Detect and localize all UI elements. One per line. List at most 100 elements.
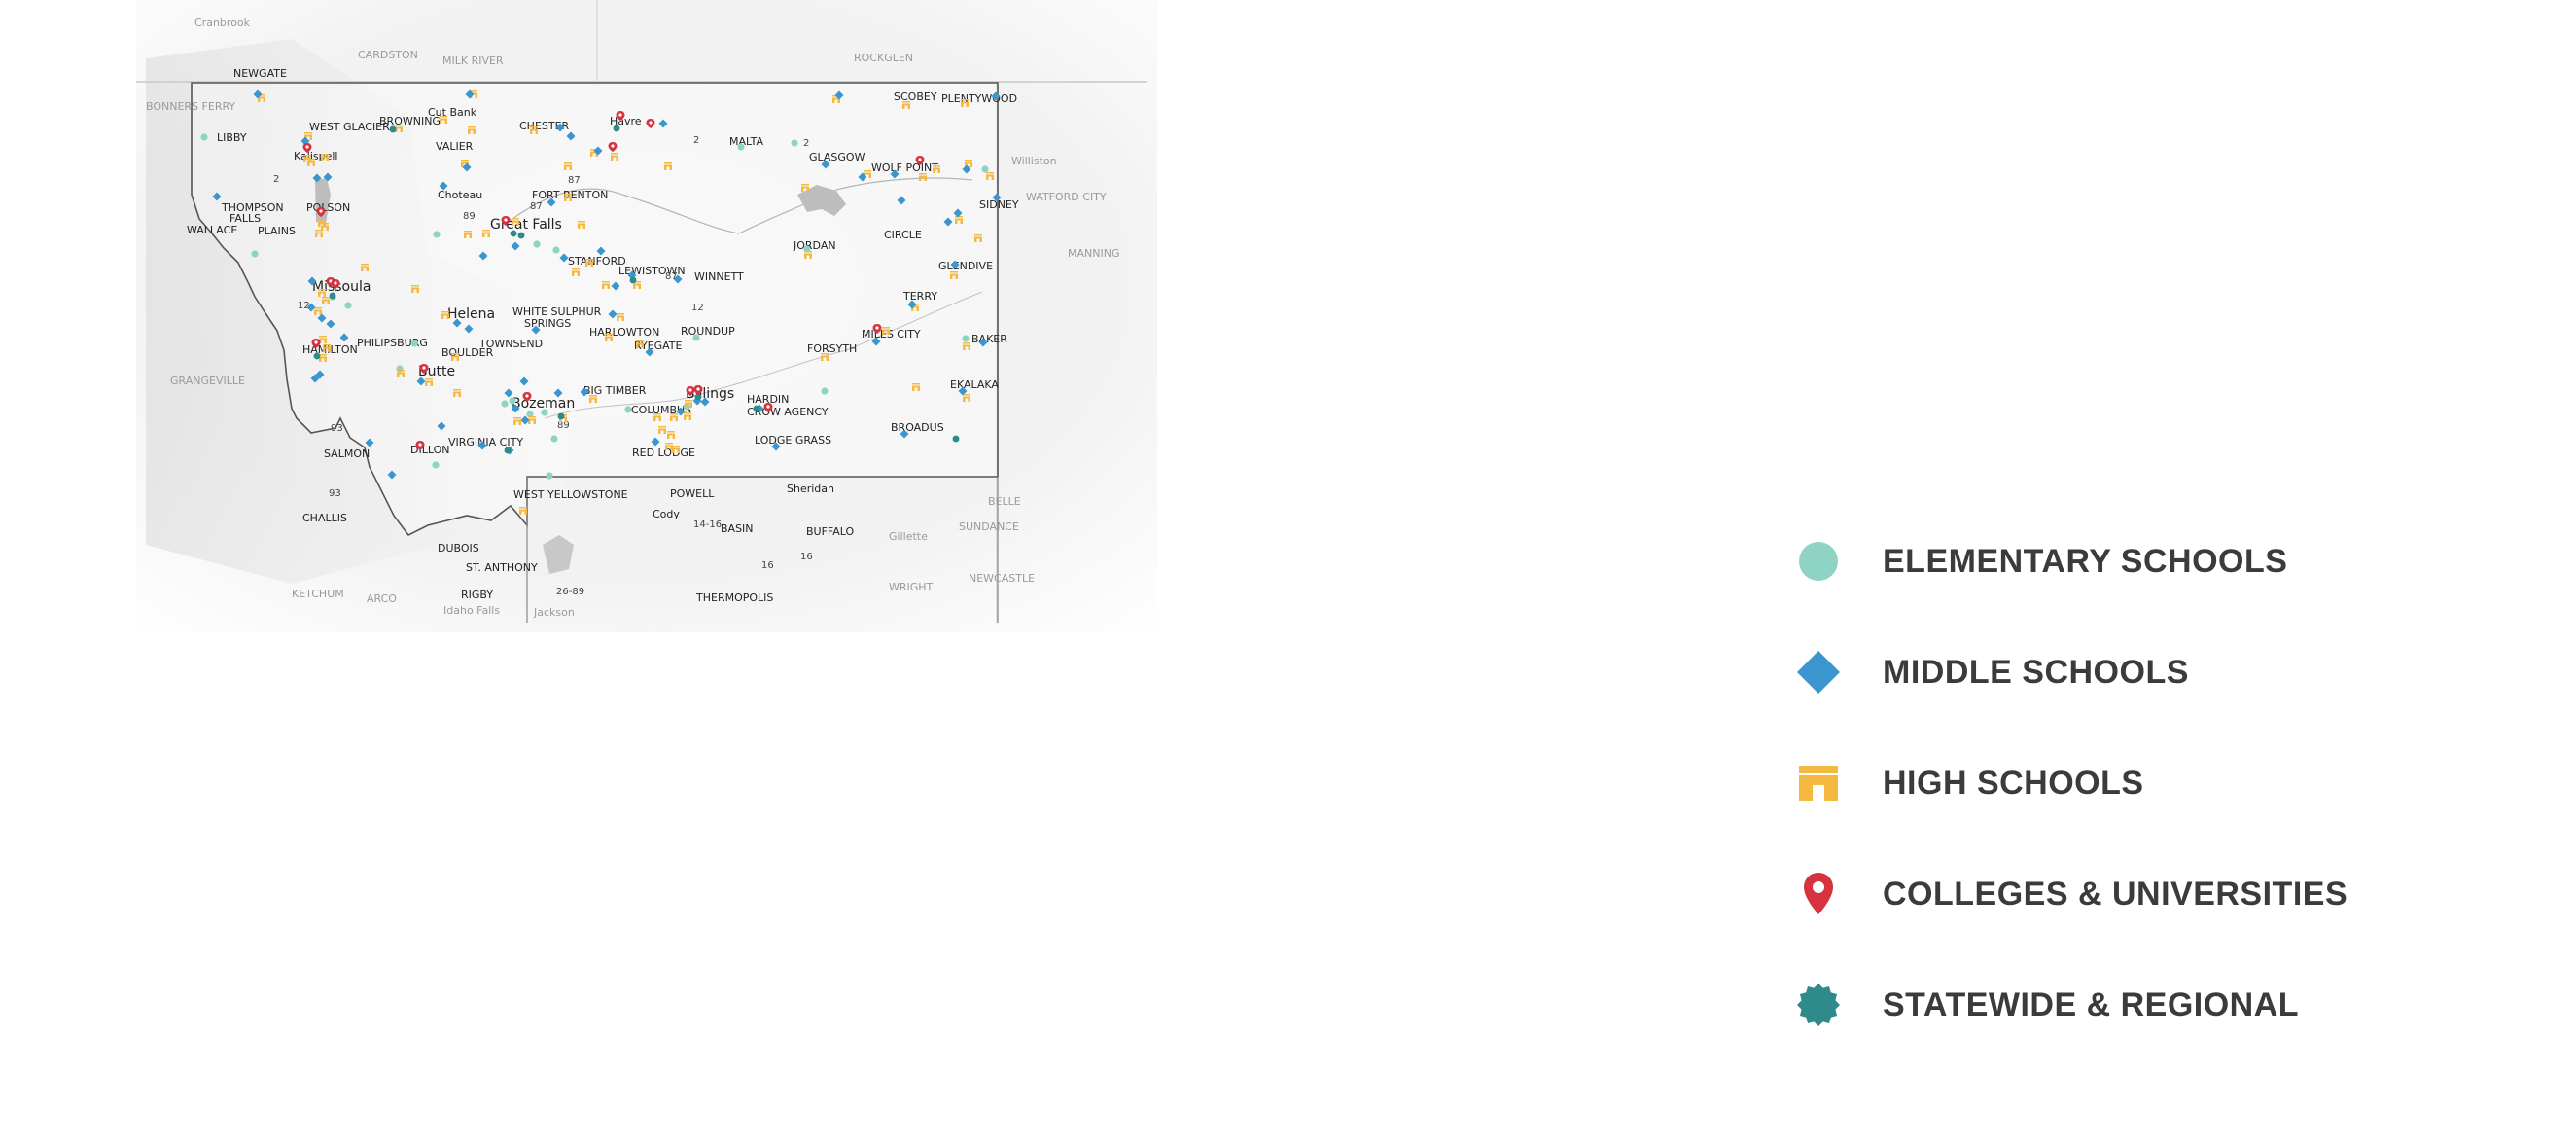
place-label: SIDNEY (979, 198, 1019, 211)
elementary-school-marker[interactable] (692, 334, 700, 341)
elementary-school-marker[interactable] (433, 231, 441, 238)
place-label: WEST YELLOWSTONE (513, 488, 628, 501)
place-label: Sheridan (787, 483, 834, 495)
place-label: EKALAKA (950, 378, 999, 391)
place-label: CIRCLE (884, 229, 922, 241)
route-label: 16 (800, 552, 813, 562)
elementary-school-marker[interactable] (821, 387, 829, 395)
place-label: WRIGHT (889, 581, 934, 593)
place-label: SCOBEY (894, 90, 937, 103)
elementary-school-marker[interactable] (410, 340, 418, 347)
place-label: FORSYTH (807, 342, 857, 355)
elementary-school-marker[interactable] (791, 139, 798, 147)
place-label: GLENDIVE (938, 260, 993, 272)
place-label: LODGE GRASS (755, 434, 831, 447)
route-label: 89 (557, 420, 570, 431)
route-label: 2 (273, 174, 279, 185)
legend-item-middle[interactable]: MIDDLE SCHOOLS (1789, 617, 2548, 728)
place-label: Cut Bank (428, 106, 477, 119)
legend-label-elementary: ELEMENTARY SCHOOLS (1883, 542, 2288, 580)
place-label: BAKER (971, 333, 1007, 345)
place-label: Idaho Falls (443, 604, 500, 617)
route-label: 2 (693, 135, 699, 146)
legend-item-statewide[interactable]: STATEWIDE & REGIONAL (1789, 949, 2548, 1060)
route-label: 87 (568, 175, 581, 186)
place-label: WATFORD CITY (1026, 191, 1107, 203)
route-label: 89 (463, 211, 476, 222)
place-label: WINNETT (694, 270, 744, 283)
elementary-school-marker[interactable] (737, 143, 745, 151)
place-label: Bozeman (512, 396, 575, 411)
place-label: HARLOWTON (589, 326, 659, 339)
place-label: ROUNDUP (681, 325, 735, 338)
place-label: TOWNSEND (478, 338, 543, 350)
elementary-school-marker[interactable] (981, 165, 989, 173)
place-label: CHALLIS (302, 512, 347, 524)
place-label: ARCO (367, 592, 397, 605)
elementary-school-marker[interactable] (624, 406, 632, 413)
place-label: TERRY (902, 290, 937, 303)
legend-item-college[interactable]: COLLEGES & UNIVERSITIES (1789, 839, 2548, 949)
montana-map[interactable]: Cranbrook NEWGATE CARDSTON MILK RIVER ROCKGL… (0, 0, 1750, 1145)
elementary-school-marker[interactable] (546, 472, 553, 480)
place-label: THERMOPOLIS (695, 591, 773, 604)
place-label: WALLACE (187, 224, 237, 236)
high-school-icon (1789, 754, 1848, 812)
college-pin-icon (1789, 865, 1848, 923)
legend-label-middle: MIDDLE SCHOOLS (1883, 653, 2189, 691)
route-label: 12 (691, 303, 704, 313)
place-label: Jackson (533, 606, 575, 619)
place-label: BASIN (721, 522, 754, 535)
legend-item-high[interactable]: HIGH SCHOOLS (1789, 728, 2548, 839)
place-label: SALMON (324, 447, 370, 460)
route-label: 87 (530, 201, 543, 212)
place-label: SUNDANCE (959, 520, 1019, 533)
place-label: VALIER (436, 140, 474, 153)
place-label: VIRGINIA CITY (448, 436, 523, 448)
elementary-school-marker[interactable] (396, 365, 404, 373)
place-label: Choteau (438, 189, 482, 201)
place-label: ROCKGLEN (854, 52, 913, 64)
elementary-school-marker[interactable] (344, 302, 352, 309)
place-label: LIBBY (217, 131, 247, 144)
route-label: 26-89 (556, 587, 584, 597)
elementary-school-marker[interactable] (501, 400, 509, 408)
elementary-school-marker[interactable] (251, 250, 259, 258)
elementary-school-marker[interactable] (550, 435, 558, 443)
place-label: MALTA (729, 135, 763, 148)
place-label: POLSON (306, 201, 350, 214)
statewide-badge-icon (1789, 976, 1848, 1034)
elementary-school-marker[interactable] (552, 246, 560, 254)
place-label: Great Falls (490, 217, 562, 233)
legend-label-college: COLLEGES & UNIVERSITIES (1883, 875, 2348, 912)
place-label: BROADUS (891, 421, 944, 434)
route-label: 12 (298, 301, 310, 311)
place-label: CARDSTON (358, 49, 418, 61)
place-label: PLAINS (258, 225, 296, 237)
place-label: Kalispell (294, 150, 337, 162)
elementary-school-marker[interactable] (533, 240, 541, 248)
place-label: KETCHUM (292, 588, 344, 600)
elementary-school-marker[interactable] (962, 335, 970, 342)
legend-item-elementary[interactable]: ELEMENTARY SCHOOLS (1789, 506, 2548, 617)
place-label: GRANGEVILLE (170, 375, 245, 387)
place-label: WOLF POINT (871, 161, 938, 174)
route-label: 16 (761, 560, 774, 571)
place-label: Gillette (889, 530, 928, 543)
place-label: GLASGOW (809, 151, 865, 163)
map-legend: ELEMENTARY SCHOOLS MIDDLE SCHOOLS HIGH S… (1789, 506, 2548, 1060)
place-label: NEWGATE (233, 67, 287, 80)
place-label: STANFORD (568, 255, 626, 268)
elementary-school-marker[interactable] (432, 461, 440, 469)
place-label: POWELL (670, 487, 715, 500)
elementary-school-marker[interactable] (541, 409, 548, 416)
route-label: 2 (803, 138, 809, 149)
place-label: NEWCASTLE (969, 572, 1035, 585)
place-label: MANNING (1068, 247, 1119, 260)
elementary-school-marker[interactable] (200, 133, 208, 141)
place-label: WEST GLACIER (309, 121, 390, 133)
place-label: MILES CITY (862, 328, 921, 340)
place-label: RED LODGE (632, 447, 695, 459)
place-label: Havre (610, 115, 642, 127)
elementary-school-marker[interactable] (509, 397, 516, 405)
